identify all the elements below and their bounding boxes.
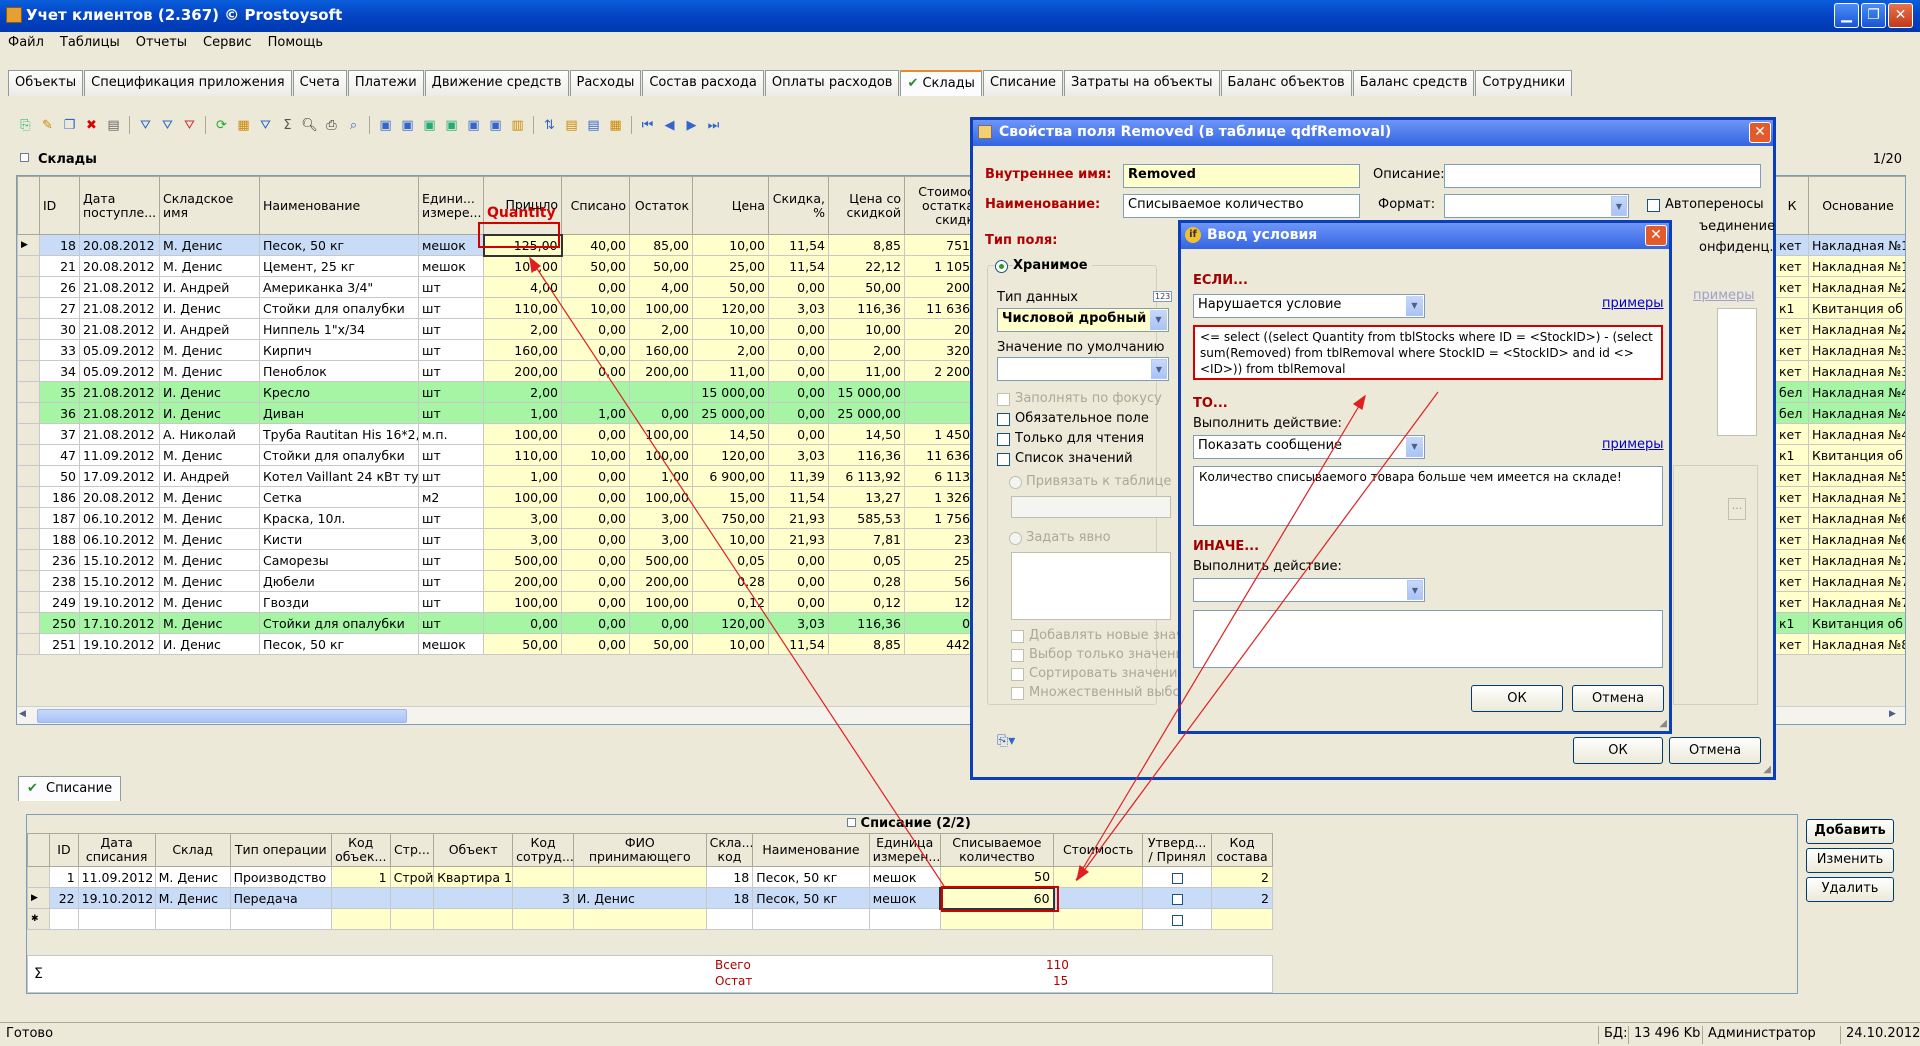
status-db-size: 13 496 Kb <box>1628 1026 1700 1044</box>
status-bar: Готово БД: 13 496 Kb Администратор 24.10… <box>0 1022 1920 1046</box>
status-user: Администратор <box>1702 1026 1816 1044</box>
arrow-quantity-to-removed <box>529 257 945 887</box>
annotation-arrows <box>529 256 1439 887</box>
arrow-expr-to-removed <box>1076 391 1439 881</box>
status-db-label: БД: <box>1598 1026 1627 1044</box>
arrow-removed-to-expr <box>1075 395 1366 881</box>
status-date: 24.10.2012 <box>1840 1026 1920 1044</box>
arrow-head <box>1352 394 1366 410</box>
status-ready: Готово <box>6 1026 54 1041</box>
